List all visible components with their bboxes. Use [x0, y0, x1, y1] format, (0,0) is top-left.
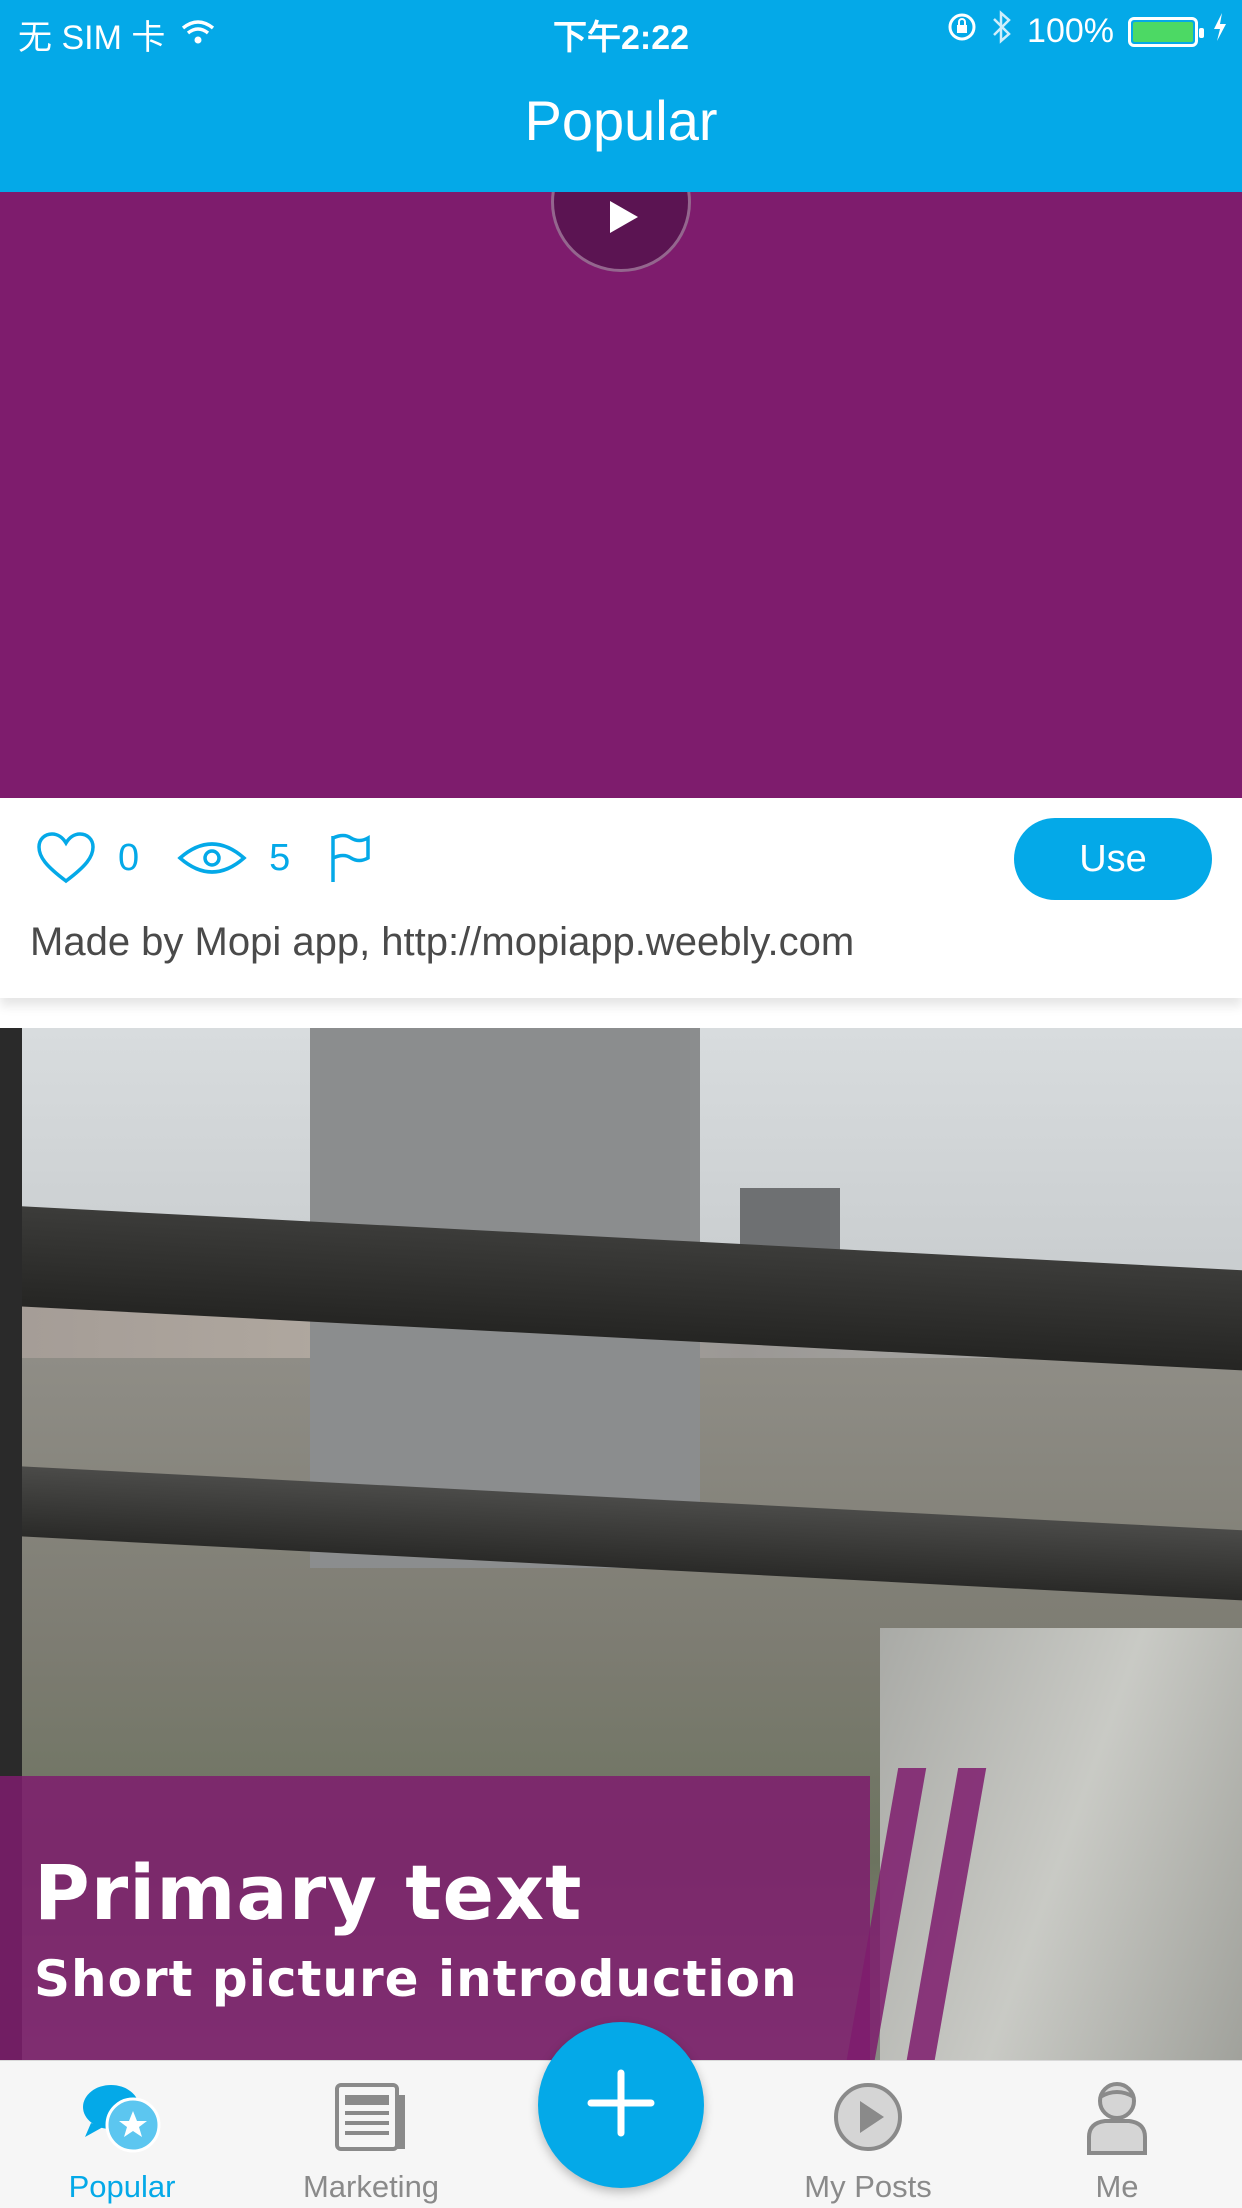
flag-icon — [328, 832, 372, 884]
charging-icon — [1212, 12, 1228, 51]
person-icon — [1017, 2075, 1217, 2159]
battery-icon — [1128, 16, 1204, 47]
tab-popular[interactable]: Popular — [22, 2075, 222, 2205]
play-circle-icon — [768, 2075, 968, 2159]
report-button[interactable] — [328, 832, 372, 884]
post-image[interactable]: Primary text Short picture introduction — [0, 1028, 1242, 2060]
post-actions: 0 5 — [36, 826, 410, 890]
play-button-icon[interactable] — [551, 192, 691, 272]
orientation-lock-icon — [947, 12, 977, 51]
tab-marketing[interactable]: Marketing — [271, 2075, 471, 2205]
eye-icon — [177, 838, 247, 878]
heart-icon — [36, 831, 96, 885]
plus-icon — [586, 2068, 656, 2143]
bluetooth-icon — [991, 10, 1013, 53]
status-right: 100% — [947, 10, 1228, 53]
tab-label: My Posts — [804, 2169, 932, 2204]
newspaper-icon — [271, 2075, 471, 2159]
top-bar: 无 SIM 卡 下午2:22 100% Popular — [0, 0, 1242, 192]
tab-me[interactable]: Me — [1017, 2075, 1217, 2205]
use-button[interactable]: Use — [1014, 818, 1212, 900]
view-count: 5 — [269, 836, 291, 879]
post-card: 0 5 Use Made by Mopi app, http://mopiapp… — [0, 798, 1242, 998]
like-count: 0 — [118, 836, 140, 879]
views-indicator: 5 — [177, 837, 290, 880]
overlay-intro-text: Short picture introduction — [34, 1950, 798, 2008]
screen: 无 SIM 卡 下午2:22 100% Popular 0 5 Use Made… — [0, 0, 1242, 2208]
tab-label: Popular — [68, 2169, 176, 2204]
chat-star-icon — [22, 2075, 222, 2159]
page-title: Popular — [524, 89, 718, 152]
add-post-button[interactable] — [538, 2022, 704, 2188]
tab-my-posts[interactable]: My Posts — [768, 2075, 968, 2205]
status-bar: 无 SIM 卡 下午2:22 100% — [0, 0, 1242, 62]
overlay-primary-text: Primary text — [34, 1848, 583, 1937]
post-video[interactable] — [0, 192, 1242, 798]
tab-label: Me — [1095, 2169, 1139, 2204]
like-button[interactable]: 0 — [36, 831, 139, 885]
tab-label: Marketing — [302, 2169, 440, 2204]
battery-percent: 100% — [1027, 12, 1114, 50]
post-caption: Made by Mopi app, http://mopiapp.weebly.… — [30, 920, 855, 964]
